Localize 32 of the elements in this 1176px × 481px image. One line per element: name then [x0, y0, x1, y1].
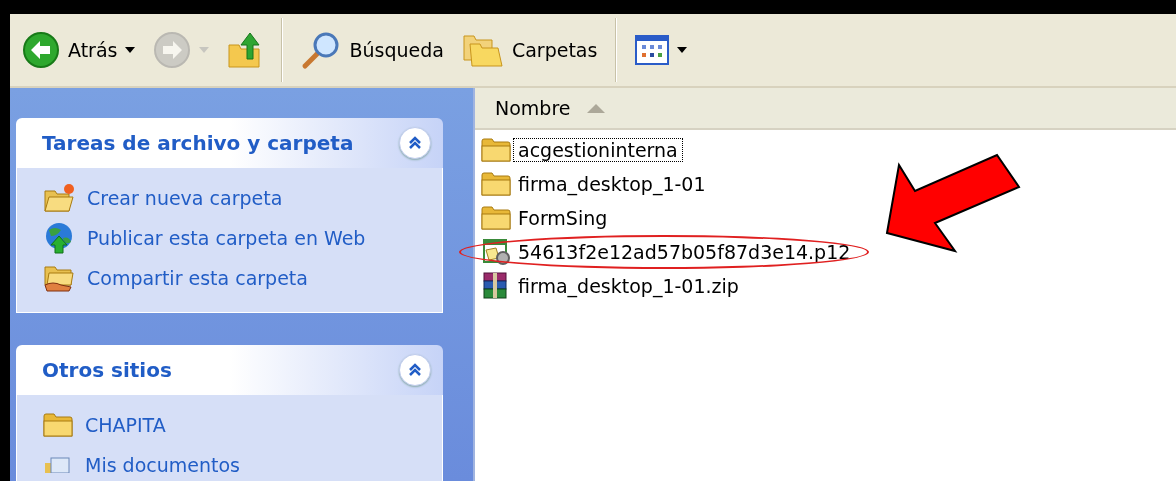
certificate-file-icon — [481, 238, 511, 266]
task-link[interactable]: Compartir esta carpeta — [43, 262, 442, 294]
task-link[interactable]: Crear nueva carpeta — [43, 182, 442, 214]
column-header[interactable]: Nombre — [475, 88, 619, 128]
collapse-icon[interactable] — [399, 354, 431, 386]
documents-icon — [43, 457, 73, 473]
globe-upload-icon — [43, 222, 75, 254]
task-link[interactable]: Mis documentos — [43, 449, 442, 481]
shared-folder-icon — [43, 263, 75, 293]
folders-icon — [461, 32, 504, 68]
new-folder-icon — [43, 183, 75, 213]
back-button[interactable]: Atrás — [16, 29, 142, 71]
sort-ascending-icon — [586, 103, 605, 113]
views-icon — [635, 35, 670, 65]
file-name[interactable]: firma_desktop_1-01 — [513, 172, 711, 196]
folder-icon — [43, 412, 73, 438]
file-name[interactable]: 54613f2e12ad57b05f87d3e14.p12 — [513, 240, 856, 264]
task-link[interactable]: CHAPITA — [43, 409, 442, 441]
folders-button[interactable]: Carpetas — [455, 30, 604, 70]
panel-title: Tareas de archivo y carpeta — [42, 131, 354, 155]
file-name[interactable]: acgestioninterna — [513, 138, 683, 162]
folder-icon — [481, 137, 511, 163]
file-name[interactable]: firma_desktop_1-01.zip — [513, 274, 744, 298]
file-name[interactable]: FormSing — [513, 206, 613, 230]
panel-title: Otros sitios — [42, 358, 172, 382]
folder-icon — [481, 205, 511, 231]
folder-icon — [481, 171, 511, 197]
search-button[interactable]: Búsqueda — [295, 28, 450, 72]
collapse-icon[interactable] — [399, 127, 431, 159]
caret-icon[interactable] — [125, 47, 136, 53]
task-link[interactable]: Publicar esta carpeta en Web — [43, 222, 442, 254]
caret-icon[interactable] — [677, 47, 688, 53]
